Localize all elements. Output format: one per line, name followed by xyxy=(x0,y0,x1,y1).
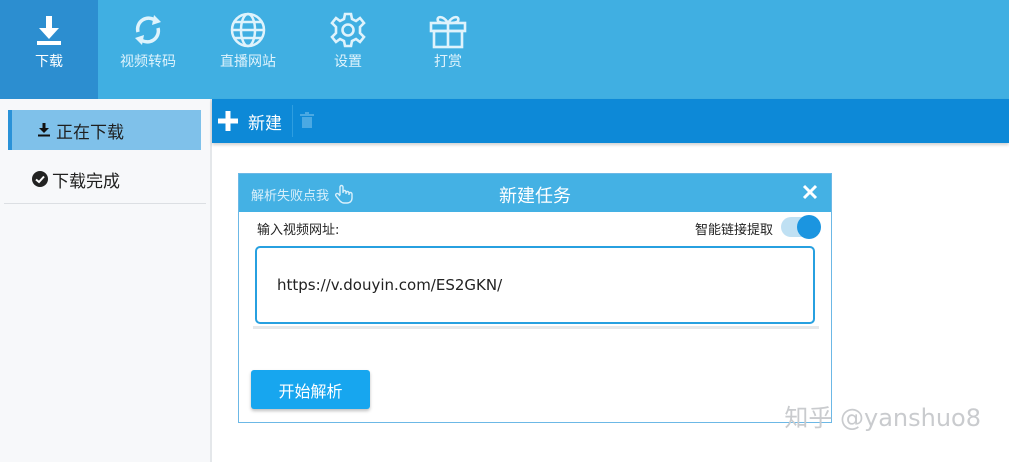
nav-item-label: 打赏 xyxy=(434,54,462,70)
sidebar-divider xyxy=(4,203,206,204)
convert-icon xyxy=(128,10,168,50)
nav-item-live-sites[interactable]: 直播网站 xyxy=(208,0,288,99)
gear-icon xyxy=(328,10,368,50)
download-arrow-icon xyxy=(36,122,52,138)
nav-item-label: 视频转码 xyxy=(120,54,176,70)
nav-item-label: 下载 xyxy=(35,54,63,70)
input-shadow xyxy=(253,326,819,329)
start-parse-button[interactable]: 开始解析 xyxy=(251,370,370,409)
url-label: 输入视频网址: xyxy=(257,223,340,238)
nav-item-settings[interactable]: 设置 xyxy=(308,0,388,99)
nav-item-donate[interactable]: 打赏 xyxy=(408,0,488,99)
globe-icon xyxy=(228,10,268,50)
sidebar-item-label: 正在下载 xyxy=(56,122,124,143)
close-icon[interactable] xyxy=(801,183,819,201)
toggle-knob xyxy=(797,215,821,239)
watermark: 知乎 @yanshuo8 xyxy=(784,404,981,432)
nav-item-label: 设置 xyxy=(334,54,362,70)
check-circle-icon xyxy=(32,171,48,187)
smart-extract-label: 智能链接提取 xyxy=(694,223,773,238)
nav-item-download[interactable]: 下载 xyxy=(0,0,98,99)
trash-icon[interactable] xyxy=(300,112,314,128)
url-input[interactable] xyxy=(255,246,815,324)
new-task-label: 新建 xyxy=(248,113,282,134)
top-nav-bar: 下载 视频转码 直播网站 设置 打赏 xyxy=(0,0,1009,99)
nav-item-convert[interactable]: 视频转码 xyxy=(108,0,188,99)
plus-icon xyxy=(218,111,238,131)
smart-extract-toggle[interactable] xyxy=(781,215,821,239)
new-task-button[interactable]: 新建 xyxy=(212,99,292,143)
new-task-dialog: 解析失败点我 新建任务 输入视频网址: 智能链接提取 开始解析 xyxy=(238,173,832,423)
sidebar: 正在下载 下载完成 xyxy=(0,99,212,462)
sidebar-item-downloading[interactable]: 正在下载 xyxy=(8,110,201,150)
nav-item-label: 直播网站 xyxy=(220,54,276,70)
sidebar-item-completed[interactable]: 下载完成 xyxy=(8,159,201,199)
dialog-title: 新建任务 xyxy=(499,186,571,207)
toolbar-separator xyxy=(292,105,293,137)
sidebar-item-label: 下载完成 xyxy=(52,171,120,192)
download-icon xyxy=(29,10,69,50)
dialog-header: 解析失败点我 新建任务 xyxy=(239,174,831,212)
toolbar: 新建 xyxy=(212,99,1009,143)
gift-icon xyxy=(428,10,468,50)
